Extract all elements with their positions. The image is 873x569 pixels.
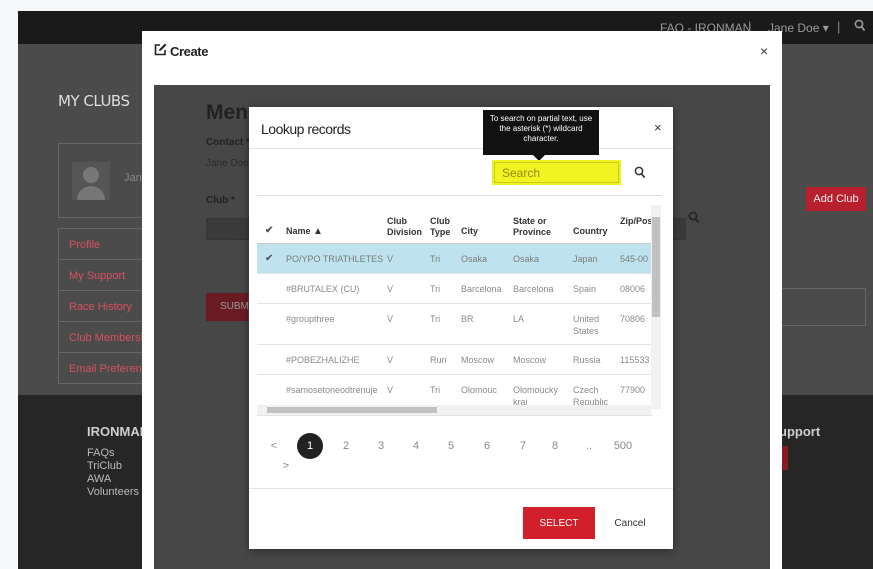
pagination-page[interactable]: ..	[576, 433, 602, 459]
cell-country: United States	[573, 314, 600, 336]
cell-type: Tri	[430, 284, 441, 294]
footer-title: IRONMAN	[87, 424, 150, 439]
search-icon[interactable]	[854, 19, 866, 38]
cell-state: Moscow	[513, 355, 547, 365]
search-box	[492, 160, 621, 185]
cell-state: Osaka	[513, 254, 540, 264]
table-header: ✔ Name ▲ Club Division Club Type City St…	[257, 202, 654, 244]
records-table: ✔ Name ▲ Club Division Club Type City St…	[257, 202, 662, 416]
cell-city: Barcelona	[461, 284, 502, 294]
cell-zip: 77900	[620, 385, 646, 395]
cell-division: V	[387, 385, 394, 395]
lookup-title: Lookup records	[261, 121, 351, 137]
cell-city: Moscow	[461, 355, 495, 365]
cell-name: PO/YPO TRIATHLETES	[286, 254, 384, 264]
pagination-page[interactable]: 1	[297, 433, 323, 459]
pagination-page[interactable]: 8	[542, 433, 568, 459]
pagination-page[interactable]: 4	[403, 433, 429, 459]
cell-type: Run	[430, 355, 447, 365]
pagination-page[interactable]: 5	[438, 433, 464, 459]
sort-up-icon: ▲	[313, 226, 323, 237]
selected-check-icon: ✔	[265, 253, 274, 264]
footer-link-awa[interactable]: AWA	[87, 473, 139, 486]
divider	[257, 195, 662, 196]
create-title: Create	[170, 44, 209, 59]
edit-icon	[154, 43, 167, 61]
pagination-page[interactable]: 500	[610, 433, 636, 459]
cell-country: Russia	[573, 355, 601, 365]
cell-city: BR	[461, 314, 474, 324]
cell-division: V	[387, 314, 394, 324]
cell-zip: 70806	[620, 314, 646, 324]
pagination-page[interactable]: 3	[368, 433, 394, 459]
cell-name: #BRUTALEX (CU)	[286, 284, 360, 294]
table-row[interactable]: ✔ PO/YPO TRIATHLETES V Tri Osaka Osaka Japan 54…	[257, 244, 653, 274]
search-icon[interactable]	[634, 166, 646, 183]
content-box	[770, 288, 866, 326]
column-club-division[interactable]: Club Division	[387, 216, 423, 238]
cell-state: Barcelona	[513, 284, 554, 294]
form-title: Men	[206, 101, 248, 124]
column-name-label: Name	[286, 226, 311, 236]
cell-division: V	[387, 284, 394, 294]
footer-link-volunteers[interactable]: Volunteers	[87, 486, 139, 499]
cell-type: Tri	[430, 385, 441, 395]
cell-name: #samosetoneodtrenuje	[286, 385, 378, 395]
cell-zip: 08006	[620, 284, 646, 294]
column-state[interactable]: State or Province	[513, 216, 563, 238]
cell-name: #groupthree	[286, 314, 335, 324]
select-button[interactable]: SELECT	[523, 507, 595, 539]
submit-button[interactable]: SUBM	[206, 293, 248, 321]
column-name[interactable]: Name ▲	[286, 226, 323, 237]
close-icon[interactable]: ×	[760, 43, 768, 59]
cell-name: #POBEZHALIZHE	[286, 355, 360, 365]
club-label: Club *	[206, 195, 235, 206]
divider	[249, 148, 673, 149]
cell-zip: 115533	[620, 355, 650, 365]
divider	[249, 488, 673, 489]
column-zip[interactable]: Zip/Postal Code	[620, 216, 654, 227]
search-input[interactable]	[494, 162, 619, 183]
contact-label: Contact *	[206, 137, 250, 148]
table-row[interactable]: #POBEZHALIZHE V Run Moscow Moscow Russia 11553…	[257, 345, 653, 375]
cell-zip: 545-00	[620, 254, 649, 264]
pagination-page[interactable]: 6	[474, 433, 500, 459]
top-separator: |	[837, 19, 841, 34]
cell-city: Olomouc	[461, 385, 498, 395]
cell-division: V	[387, 355, 394, 365]
contact-value: Jane Doe	[206, 158, 249, 169]
pagination-next[interactable]: >	[273, 453, 299, 479]
cell-division: V	[387, 254, 394, 264]
cell-state: LA	[513, 314, 525, 324]
pagination-page[interactable]: 7	[510, 433, 536, 459]
page-title: MY CLUBS	[58, 92, 130, 110]
column-club-type[interactable]: Club Type	[430, 216, 454, 238]
table-row[interactable]: #groupthree V Tri BR LA United States 70806	[257, 304, 653, 345]
column-city[interactable]: City	[461, 226, 478, 237]
cell-country: Spain	[573, 284, 597, 294]
pagination-page[interactable]: 2	[333, 433, 359, 459]
cell-type: Tri	[430, 254, 441, 264]
check-all-icon[interactable]: ✔	[265, 225, 273, 236]
footer-support-title: upport	[779, 424, 821, 439]
avatar	[72, 162, 110, 200]
column-country[interactable]: Country	[573, 226, 608, 237]
lookup-dialog: Lookup records × To search on partial te…	[249, 107, 673, 549]
search-tooltip: To search on partial text, use the aster…	[483, 110, 599, 161]
cell-country: Japan	[573, 254, 598, 264]
cancel-button[interactable]: Cancel	[605, 507, 655, 539]
footer-link-faqs[interactable]: FAQs	[87, 447, 139, 460]
cell-city: Osaka	[461, 254, 488, 264]
table-row[interactable]: #BRUTALEX (CU) V Tri Barcelona Barcelona Spai…	[257, 274, 653, 304]
cell-type: Tri	[430, 314, 441, 324]
horizontal-scroll-thumb[interactable]	[267, 407, 437, 413]
close-icon[interactable]: ×	[654, 120, 662, 135]
vertical-scroll-thumb[interactable]	[652, 217, 660, 317]
footer-link-triclub[interactable]: TriClub	[87, 460, 139, 473]
add-club-button[interactable]: Add Club	[806, 187, 866, 211]
club-search-icon[interactable]	[688, 211, 700, 228]
